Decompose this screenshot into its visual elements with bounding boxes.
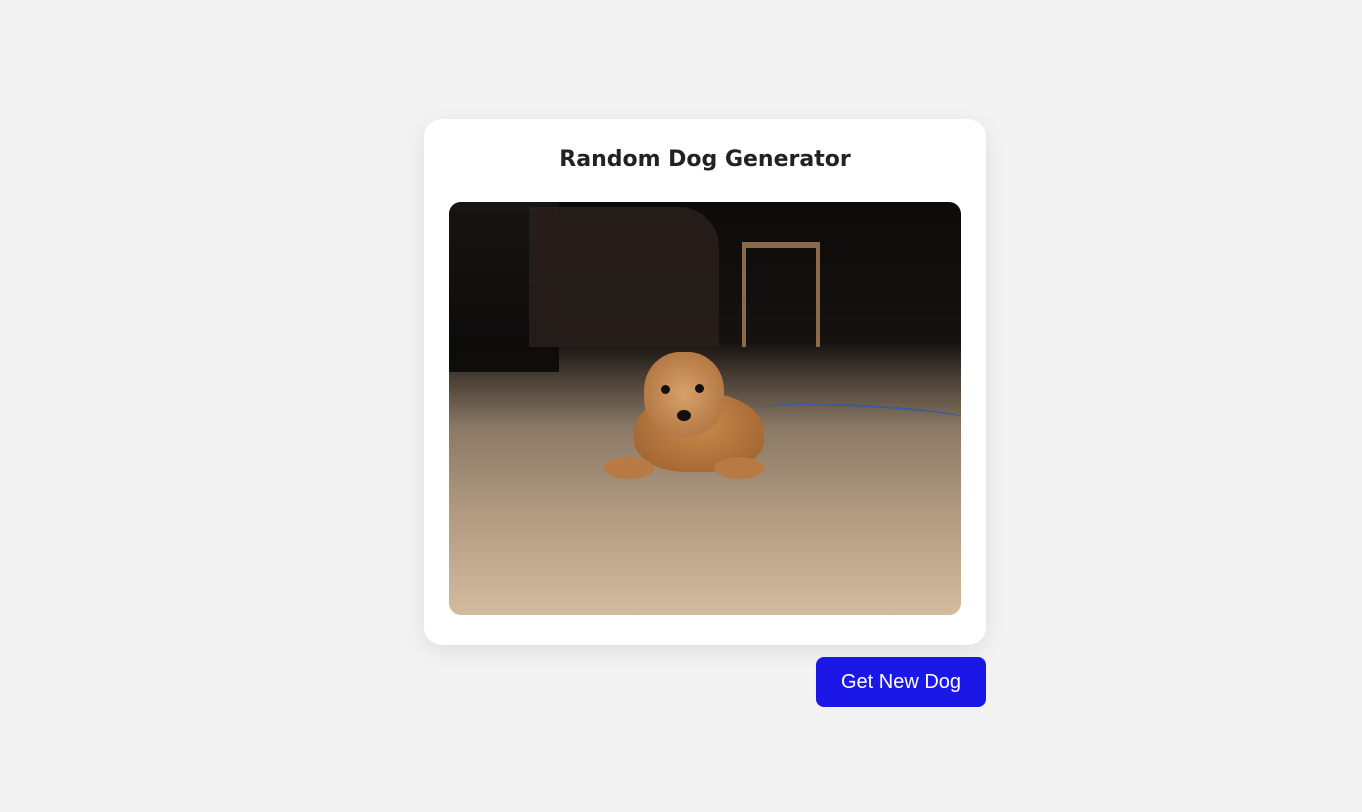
dog-eye [695, 384, 704, 393]
dog-nose [677, 410, 691, 421]
sofa [529, 207, 719, 347]
stool [742, 242, 820, 347]
cable [758, 399, 961, 429]
dog-paw [714, 457, 764, 479]
dog-eye [661, 385, 670, 394]
dog-paw [604, 457, 654, 479]
get-new-dog-button[interactable]: Get New Dog [816, 657, 986, 707]
dog-image [449, 202, 961, 615]
dog-card: Random Dog Generator [424, 119, 986, 645]
dog-head [644, 352, 724, 437]
page-title: Random Dog Generator [559, 147, 851, 172]
